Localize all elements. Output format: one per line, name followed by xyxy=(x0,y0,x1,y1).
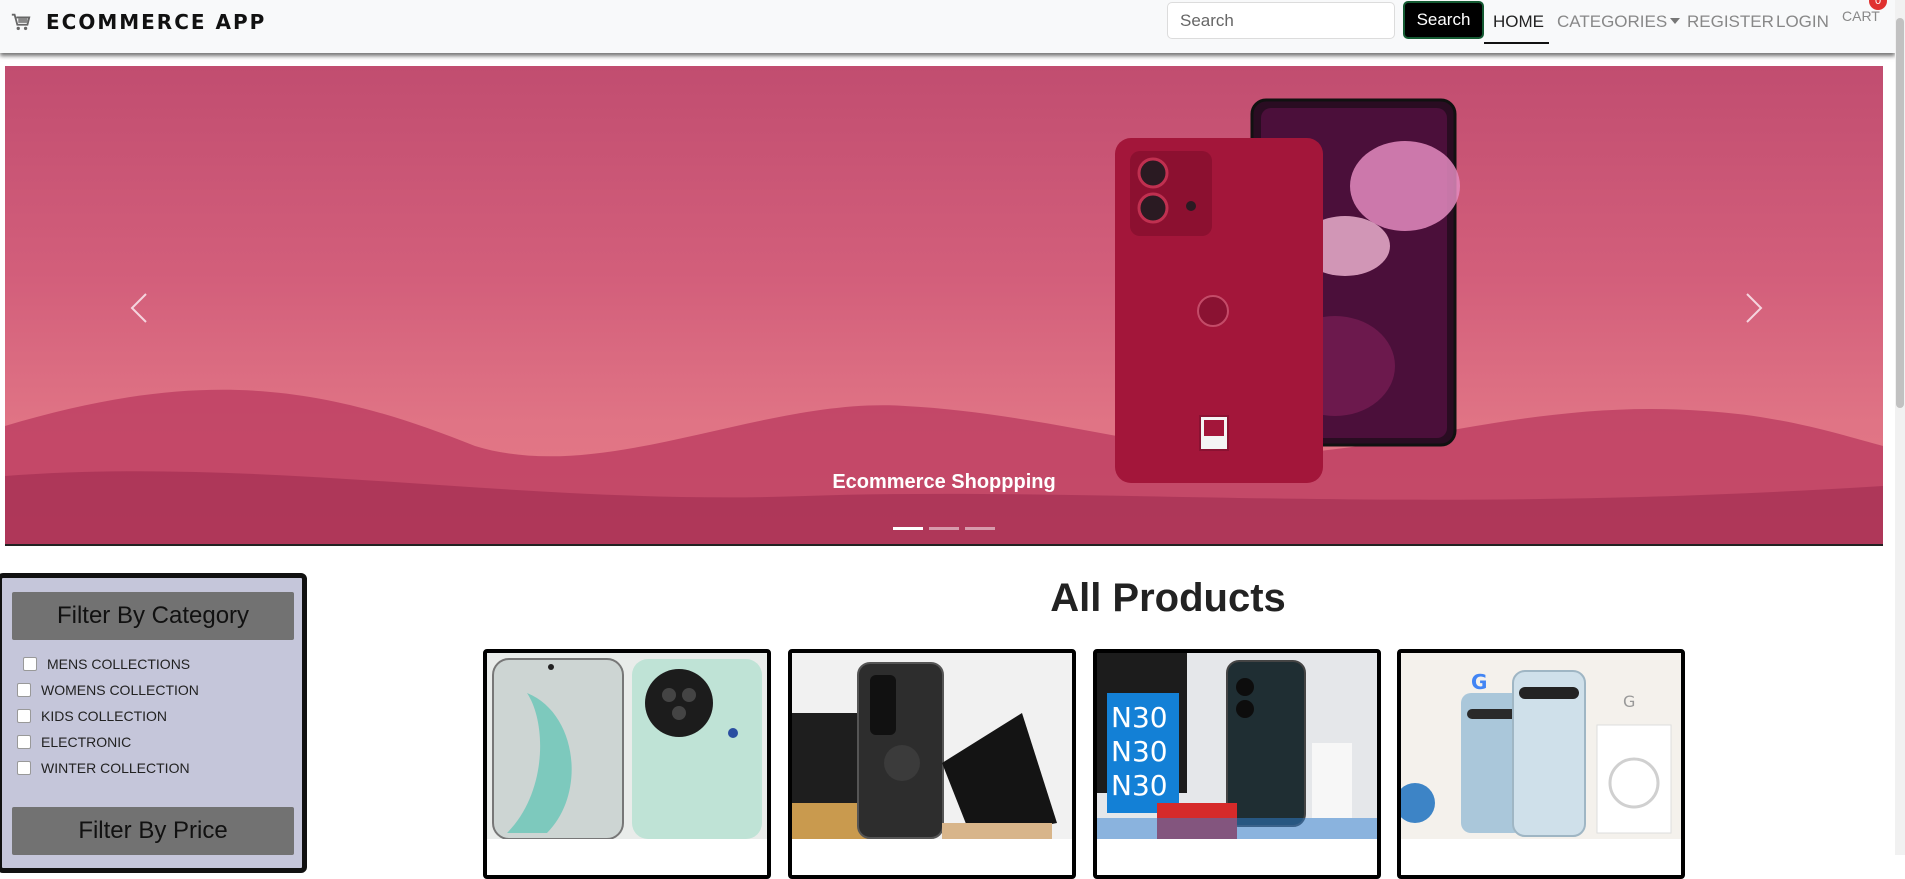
carousel-indicator-2[interactable] xyxy=(929,527,959,530)
category-label: WINTER COLLECTION xyxy=(41,760,190,776)
category-item-electronic[interactable]: ELECTRONIC xyxy=(17,734,131,750)
svg-text:N30: N30 xyxy=(1111,769,1168,802)
navbar: ECOMMERCE APP Search HOME CATEGORIES REG… xyxy=(0,0,1895,53)
search-input[interactable] xyxy=(1167,2,1395,39)
filter-by-category-heading: Filter By Category xyxy=(12,592,294,640)
chevron-left-icon[interactable] xyxy=(120,288,160,328)
cart-icon xyxy=(11,13,31,31)
category-label: WOMENS COLLECTION xyxy=(41,682,199,698)
svg-text:N30: N30 xyxy=(1111,701,1168,734)
product-card[interactable]: N30 N30 N30 xyxy=(1093,649,1381,879)
product-card[interactable] xyxy=(788,649,1076,879)
carousel-caption: Ecommerce Shoppping xyxy=(832,471,1056,493)
nav-login[interactable]: LOGIN xyxy=(1776,12,1829,32)
nav-register[interactable]: REGISTER xyxy=(1687,12,1774,32)
product-image: G G xyxy=(1401,653,1681,839)
category-item-womens[interactable]: WOMENS COLLECTION xyxy=(17,682,199,698)
filter-by-price-heading: Filter By Price xyxy=(12,807,294,855)
search-button[interactable]: Search xyxy=(1403,1,1484,39)
carousel-indicator-3[interactable] xyxy=(965,527,995,530)
category-label: ELECTRONIC xyxy=(41,734,132,750)
chevron-right-icon[interactable] xyxy=(1733,288,1773,328)
category-item-kids[interactable]: KIDS COLLECTION xyxy=(17,708,167,724)
category-checkbox[interactable] xyxy=(23,657,37,671)
category-checkbox[interactable] xyxy=(17,761,31,775)
svg-text:G: G xyxy=(1471,670,1487,694)
category-label: KIDS COLLECTION xyxy=(41,708,168,724)
product-image: N30 N30 N30 xyxy=(1097,653,1377,839)
category-checkbox[interactable] xyxy=(17,683,31,697)
product-image xyxy=(792,653,1072,839)
scrollbar-thumb[interactable] xyxy=(1896,18,1904,408)
category-item-winter[interactable]: WINTER COLLECTION xyxy=(17,760,190,776)
active-nav-indicator xyxy=(1484,42,1549,44)
hero-carousel: Ecommerce Shoppping xyxy=(5,66,1883,546)
page-scrollbar[interactable] xyxy=(1895,0,1905,855)
svg-text:N30: N30 xyxy=(1111,735,1168,768)
product-card[interactable]: G G xyxy=(1397,649,1685,879)
carousel-indicators xyxy=(5,527,1883,530)
brand[interactable]: ECOMMERCE APP xyxy=(10,10,266,34)
nav-categories-label: CATEGORIES xyxy=(1557,12,1668,31)
category-checkbox[interactable] xyxy=(17,735,31,749)
product-card[interactable] xyxy=(483,649,771,879)
all-products-heading: All Products xyxy=(1050,576,1286,620)
brand-title: ECOMMERCE APP xyxy=(46,10,267,34)
category-label: MENS COLLECTIONS xyxy=(47,656,191,672)
filter-sidebar: Filter By Category MENS COLLECTIONS WOME… xyxy=(0,573,307,873)
nav-cart[interactable]: CART xyxy=(1842,8,1880,24)
nav-home[interactable]: HOME xyxy=(1493,12,1544,32)
product-image xyxy=(487,653,767,839)
caret-down-icon xyxy=(1670,18,1681,24)
carousel-indicator-1[interactable] xyxy=(893,527,923,530)
category-item-mens[interactable]: MENS COLLECTIONS xyxy=(23,656,190,672)
svg-text:G: G xyxy=(1623,692,1635,711)
category-checkbox[interactable] xyxy=(17,709,31,723)
nav-categories[interactable]: CATEGORIES xyxy=(1557,12,1681,32)
